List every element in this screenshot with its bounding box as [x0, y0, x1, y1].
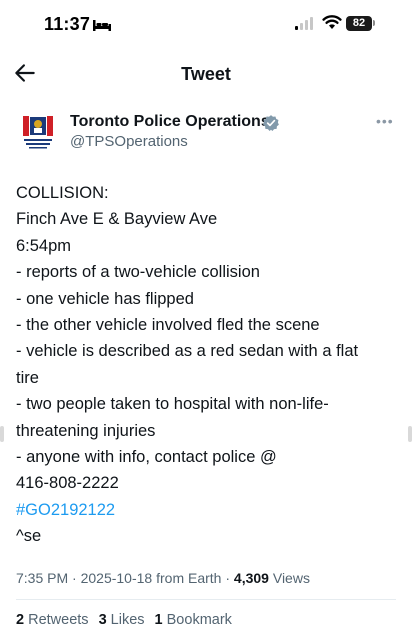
- tweet-text: COLLISION: Finch Ave E & Bayview Ave 6:5…: [16, 180, 400, 550]
- tweet-signoff: ^se: [16, 527, 42, 546]
- avatar[interactable]: [16, 110, 60, 154]
- tweet-line: - the other vehicle involved fled the sc…: [16, 316, 320, 335]
- tweet-line: 416-808-2222: [16, 474, 119, 493]
- edge-mark: [0, 426, 4, 442]
- tweet-time[interactable]: 7:35 PM: [16, 570, 68, 586]
- tweet-line: tire: [16, 368, 39, 387]
- tweet-line: - anyone with info, contact police @: [16, 448, 277, 467]
- battery-tip: [373, 20, 375, 26]
- tweet-date[interactable]: 2025-10-18: [81, 570, 153, 586]
- tweet-line: COLLISION:: [16, 184, 109, 202]
- views-label: Views: [268, 570, 310, 586]
- tweet-line: Finch Ave E & Bayview Ave: [16, 210, 218, 229]
- tweet-line: threatening injuries: [16, 421, 156, 440]
- tweet-source: from Earth: [152, 570, 222, 586]
- battery-icon: 82: [346, 16, 372, 31]
- author-handle[interactable]: @TPSOperations: [70, 133, 188, 150]
- tweet-line: - one vehicle has flipped: [16, 289, 194, 308]
- status-time: 11:37: [44, 14, 91, 34]
- likes-stat[interactable]: 3 Likes: [99, 612, 145, 628]
- wifi-icon: [322, 15, 342, 29]
- bookmarks-label: Bookmark: [162, 612, 232, 628]
- divider: [16, 599, 396, 600]
- edge-mark: [408, 426, 412, 442]
- top-bar: Tweet: [0, 56, 412, 92]
- tweet-line: - two people taken to hospital with non-…: [16, 395, 329, 414]
- retweets-label: Retweets: [24, 612, 89, 628]
- retweets-stat[interactable]: 2 Retweets: [16, 612, 89, 628]
- bed-icon: [93, 20, 111, 31]
- retweets-count: 2: [16, 612, 25, 628]
- bookmarks-stat[interactable]: 1 Bookmark: [155, 612, 232, 628]
- tweet-line: - reports of a two-vehicle collision: [16, 263, 260, 282]
- tweet-line: - vehicle is described as a red sedan wi…: [16, 342, 359, 361]
- page-title: Tweet: [181, 64, 231, 84]
- hashtag-link[interactable]: #GO2192122: [16, 497, 400, 523]
- tweet-line: 6:54pm: [16, 236, 72, 255]
- signal-icon: [295, 17, 313, 30]
- status-bar: 11:37 82: [0, 0, 412, 48]
- likes-count: 3: [98, 612, 107, 628]
- verified-badge-icon: [263, 115, 279, 132]
- more-options-icon[interactable]: •••: [376, 112, 398, 130]
- author-name[interactable]: Toronto Police Operations: [70, 113, 270, 131]
- meta-separator: ·: [68, 570, 81, 586]
- views-count: 4,309: [233, 570, 269, 586]
- tweet-meta: 7:35 PM · 2025-10-18 from Earth · 4,309 …: [16, 570, 310, 586]
- likes-label: Likes: [106, 612, 145, 628]
- bookmarks-count: 1: [154, 612, 163, 628]
- meta-separator: ·: [221, 570, 234, 586]
- engagement-stats: 2 Retweets 3 Likes 1 Bookmark: [16, 612, 242, 628]
